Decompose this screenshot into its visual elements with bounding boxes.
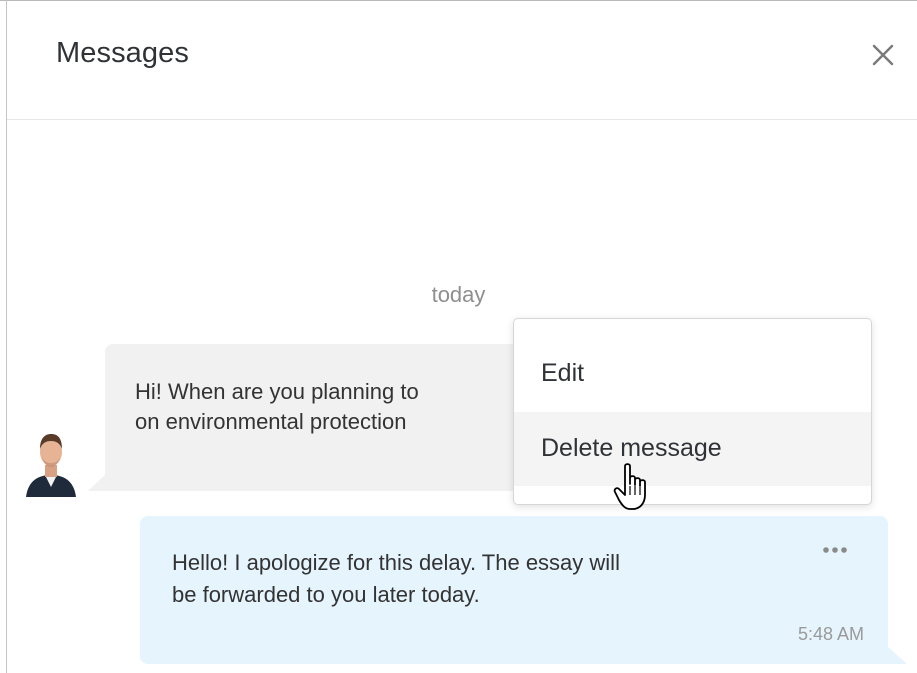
header-divider bbox=[7, 119, 917, 120]
hand-pointer-cursor-icon bbox=[613, 463, 646, 510]
menu-item-edit[interactable]: Edit bbox=[514, 337, 871, 411]
menu-item-label: Delete message bbox=[541, 434, 722, 462]
menu-item-delete-message[interactable]: Delete message bbox=[514, 412, 871, 486]
incoming-bubble-tail bbox=[88, 474, 106, 491]
close-button[interactable] bbox=[867, 39, 899, 71]
messages-header: Messages bbox=[7, 1, 917, 119]
avatar bbox=[24, 429, 78, 497]
message-options-button[interactable] bbox=[818, 542, 858, 562]
outgoing-message-line: Hello! I apologize for this delay. The e… bbox=[172, 550, 620, 575]
outgoing-bubble-tail bbox=[887, 646, 907, 664]
menu-item-label: Edit bbox=[541, 359, 585, 387]
message-timestamp: 5:48 AM bbox=[797, 624, 864, 644]
outgoing-message-line: be forwarded to you later today. bbox=[172, 582, 480, 607]
outgoing-message-text: Hello! I apologize for this delay. The e… bbox=[172, 547, 812, 611]
page-title: Messages bbox=[56, 37, 189, 69]
user-avatar-icon bbox=[26, 434, 76, 497]
more-horizontal-icon bbox=[823, 547, 847, 553]
date-separator: today bbox=[431, 282, 486, 307]
message-context-menu: Edit Delete message bbox=[513, 318, 872, 505]
outgoing-message-bubble[interactable]: Hello! I apologize for this delay. The e… bbox=[140, 516, 888, 664]
close-icon bbox=[872, 44, 894, 66]
